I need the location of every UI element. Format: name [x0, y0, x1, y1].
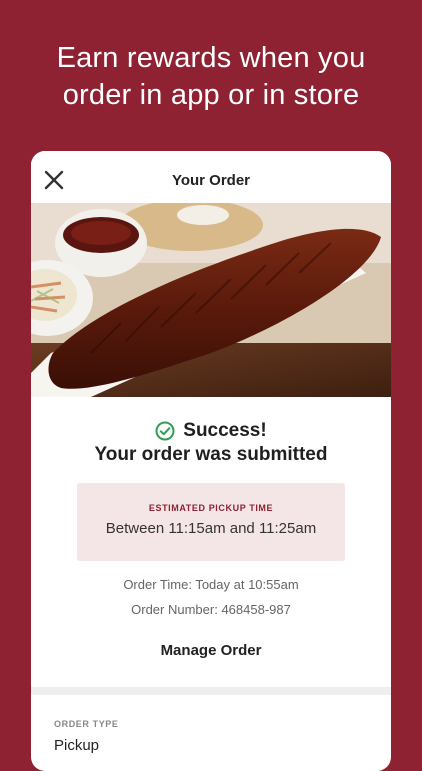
order-card: Your Order Success! Your order was submi… — [31, 151, 391, 771]
order-number: Order Number: 468458-987 — [131, 602, 291, 617]
pickup-label: ESTIMATED PICKUP TIME — [148, 503, 274, 513]
pickup-time-box: ESTIMATED PICKUP TIME Between 11:15am an… — [77, 483, 345, 561]
pickup-time: Between 11:15am and 11:25am — [105, 520, 317, 537]
manage-order-button[interactable]: Manage Order — [31, 642, 391, 659]
order-time: Order Time: Today at 10:55am — [123, 577, 299, 592]
promo-line-1: Earn rewards when you — [56, 42, 366, 74]
success-title: Success! — [183, 420, 267, 441]
success-subtitle: Your order was submitted — [94, 444, 328, 465]
check-circle-icon — [155, 421, 175, 441]
promo-line-2: order in app or in store — [62, 79, 360, 111]
ribs-food-image — [31, 203, 391, 397]
order-type-value: Pickup — [54, 737, 100, 754]
card-title: Your Order — [171, 172, 251, 189]
order-type-label: ORDER TYPE — [54, 719, 119, 729]
promo-headline: Earn rewards when you order in app or in… — [0, 40, 422, 114]
section-divider — [31, 687, 391, 695]
card-header: Your Order — [31, 151, 391, 203]
success-message: Success! Your order was submitted — [31, 419, 391, 467]
